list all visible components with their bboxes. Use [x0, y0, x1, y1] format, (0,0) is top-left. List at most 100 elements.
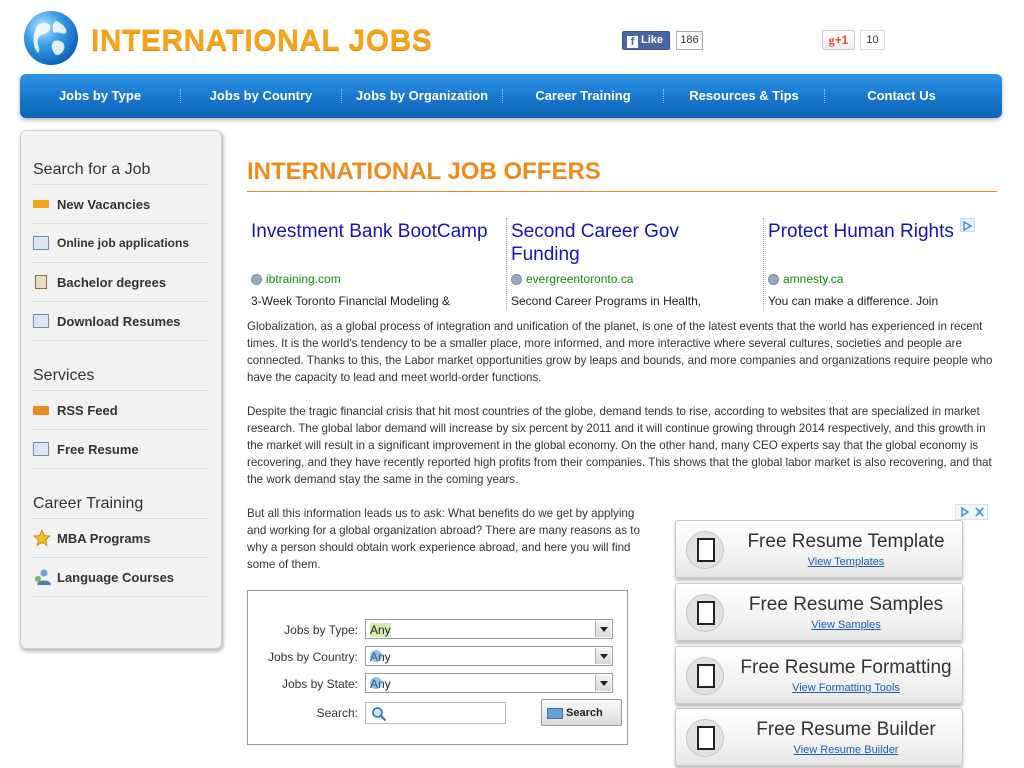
globe-logo-icon[interactable]	[24, 11, 78, 65]
fb-like-count: 186	[676, 31, 703, 50]
sidebar-heading-search-for-a-job: Search for a Job	[33, 161, 151, 178]
jobs-by-state-label: Jobs by State:	[281, 677, 358, 691]
jobs-by-type-select[interactable]: Any	[365, 619, 613, 639]
ad-title-link[interactable]: Protect Human Rights	[768, 220, 977, 243]
site-header: INTERNATIONAL JOBS f Like 186 g+1 10	[0, 0, 1024, 74]
sidebar: Search for a Job New Vacancies Online jo…	[20, 130, 222, 649]
ad-description: 3-Week Toronto Financial Modeling &	[251, 294, 450, 308]
ad-url[interactable]: evergreentoronto.ca	[511, 272, 633, 286]
ad-globe-icon	[511, 274, 522, 285]
ad-description: You can make a difference. Join	[768, 294, 939, 308]
search-label: Search:	[316, 706, 358, 720]
sidebar-item-label: New Vacancies	[57, 197, 151, 212]
body-paragraph: Despite the tragic financial crisis that…	[247, 405, 992, 486]
ad-description: Second Career Programs in Health,	[511, 294, 702, 308]
gplus-label: +1	[834, 33, 849, 47]
resume-document-icon	[686, 531, 724, 569]
resume-ad-samples[interactable]: Free Resume Samples View Samples	[675, 583, 963, 641]
adchoices-icon[interactable]	[960, 218, 975, 232]
search-button[interactable]: Search	[541, 699, 622, 726]
nav-item-jobs-by-organization[interactable]: Jobs by Organization	[342, 74, 502, 118]
search-input[interactable]	[365, 702, 506, 724]
sidebar-item-online-job-applications[interactable]: Online job applications	[31, 224, 209, 263]
resume-ad-template[interactable]: Free Resume Template View Templates	[675, 520, 963, 578]
sidebar-item-label: Language Courses	[57, 570, 175, 585]
text-ad[interactable]: Protect Human Rights amnesty.ca You can …	[764, 216, 977, 310]
search-icon	[371, 706, 387, 727]
select-value: Any	[370, 623, 391, 637]
nav-item-career-training[interactable]: Career Training	[503, 74, 663, 118]
resume-ad-title: Free Resume Template	[747, 531, 945, 552]
book-icon	[35, 275, 47, 289]
chevron-down-icon[interactable]	[595, 675, 611, 691]
sidebar-item-label: Online job applications	[57, 236, 190, 250]
jobs-by-type-label: Jobs by Type:	[284, 623, 358, 637]
resume-ad-title: Free Resume Builder	[756, 719, 936, 740]
id-card-icon	[33, 236, 49, 250]
resume-ad-link[interactable]: View Templates	[738, 556, 954, 568]
resume-ad-link[interactable]: View Samples	[738, 619, 954, 631]
body-paragraph: But all this information leads us to ask…	[247, 507, 640, 571]
ad-url[interactable]: ibtraining.com	[251, 272, 341, 286]
jobs-by-state-select[interactable]: Any	[365, 673, 613, 693]
text-ad[interactable]: Investment Bank BootCamp ibtraining.com …	[247, 216, 497, 310]
sidebar-item-new-vacancies[interactable]: New Vacancies	[31, 185, 209, 224]
page-title: INTERNATIONAL JOB OFFERS	[247, 158, 601, 185]
chevron-down-icon[interactable]	[595, 621, 611, 637]
sidebar-item-label: Bachelor degrees	[57, 275, 167, 290]
sidebar-item-language-courses[interactable]: Language Courses	[31, 558, 209, 597]
sidebar-item-rss-feed[interactable]: RSS Feed	[31, 391, 209, 430]
globe-icon	[370, 650, 382, 662]
envelope-icon	[547, 708, 563, 719]
sidebar-heading-services: Services	[33, 367, 95, 384]
chevron-down-icon[interactable]	[595, 648, 611, 664]
ad-globe-icon	[251, 274, 262, 285]
nav-item-contact-us[interactable]: Contact Us	[825, 74, 978, 118]
ad-title-link[interactable]: Second Career Gov Funding	[511, 220, 751, 266]
site-title[interactable]: INTERNATIONAL JOBS	[91, 24, 432, 58]
sidebar-item-free-resume[interactable]: Free Resume	[31, 430, 209, 469]
id-card-icon	[33, 314, 49, 328]
resume-ad-builder[interactable]: Free Resume Builder View Resume Builder	[675, 708, 963, 766]
job-search-form: Jobs by Type: Any Jobs by Country: Any J…	[247, 590, 628, 745]
sidebar-item-label: RSS Feed	[57, 403, 118, 418]
adchoices-close-icon[interactable]	[955, 504, 988, 520]
jobs-by-country-select[interactable]: Any	[365, 646, 613, 666]
resume-document-icon	[686, 719, 724, 757]
resume-edit-icon	[686, 657, 724, 695]
sidebar-item-label: Download Resumes	[57, 314, 181, 329]
sidebar-item-bachelor-degrees[interactable]: Bachelor degrees	[31, 263, 209, 302]
body-paragraph: Globalization, as a global process of in…	[247, 320, 993, 384]
sidebar-item-label: Free Resume	[57, 442, 139, 457]
resume-ad-link[interactable]: View Formatting Tools	[738, 682, 954, 694]
resume-ad-title: Free Resume Samples	[748, 594, 944, 615]
resume-document-icon	[686, 594, 724, 632]
fb-like-label: Like	[641, 34, 664, 46]
ad-globe-icon	[768, 274, 779, 285]
search-button-label: Search	[566, 707, 603, 719]
sidebar-item-download-resumes[interactable]: Download Resumes	[31, 302, 209, 341]
ad-title-link[interactable]: Investment Bank BootCamp	[251, 220, 491, 243]
resume-ad-title: Free Resume Formatting	[740, 657, 952, 678]
star-icon	[33, 528, 51, 547]
heading-divider	[247, 191, 997, 192]
ad-url[interactable]: amnesty.ca	[768, 272, 843, 286]
text-ad[interactable]: Second Career Gov Funding evergreentoron…	[507, 216, 757, 310]
globe-icon	[370, 677, 382, 689]
new-badge-icon	[33, 200, 49, 208]
google-plus-button[interactable]: g+1	[822, 30, 855, 50]
gplus-count: 10	[860, 30, 885, 50]
resume-ad-formatting[interactable]: Free Resume Formatting View Formatting T…	[675, 646, 963, 704]
nav-item-jobs-by-country[interactable]: Jobs by Country	[181, 74, 341, 118]
id-card-icon	[33, 442, 49, 456]
facebook-like-button[interactable]: f Like	[622, 31, 670, 50]
person-icon	[33, 568, 51, 586]
nav-item-resources-tips[interactable]: Resources & Tips	[664, 74, 824, 118]
ad-url-text: evergreentoronto.ca	[526, 272, 634, 286]
sidebar-item-mba-programs[interactable]: MBA Programs	[31, 519, 209, 558]
facebook-icon: f	[627, 36, 638, 48]
sidebar-item-label: MBA Programs	[57, 531, 151, 546]
text-ads-block: Investment Bank BootCamp ibtraining.com …	[247, 216, 977, 310]
nav-item-jobs-by-type[interactable]: Jobs by Type	[20, 74, 180, 118]
resume-ad-link[interactable]: View Resume Builder	[738, 744, 954, 756]
